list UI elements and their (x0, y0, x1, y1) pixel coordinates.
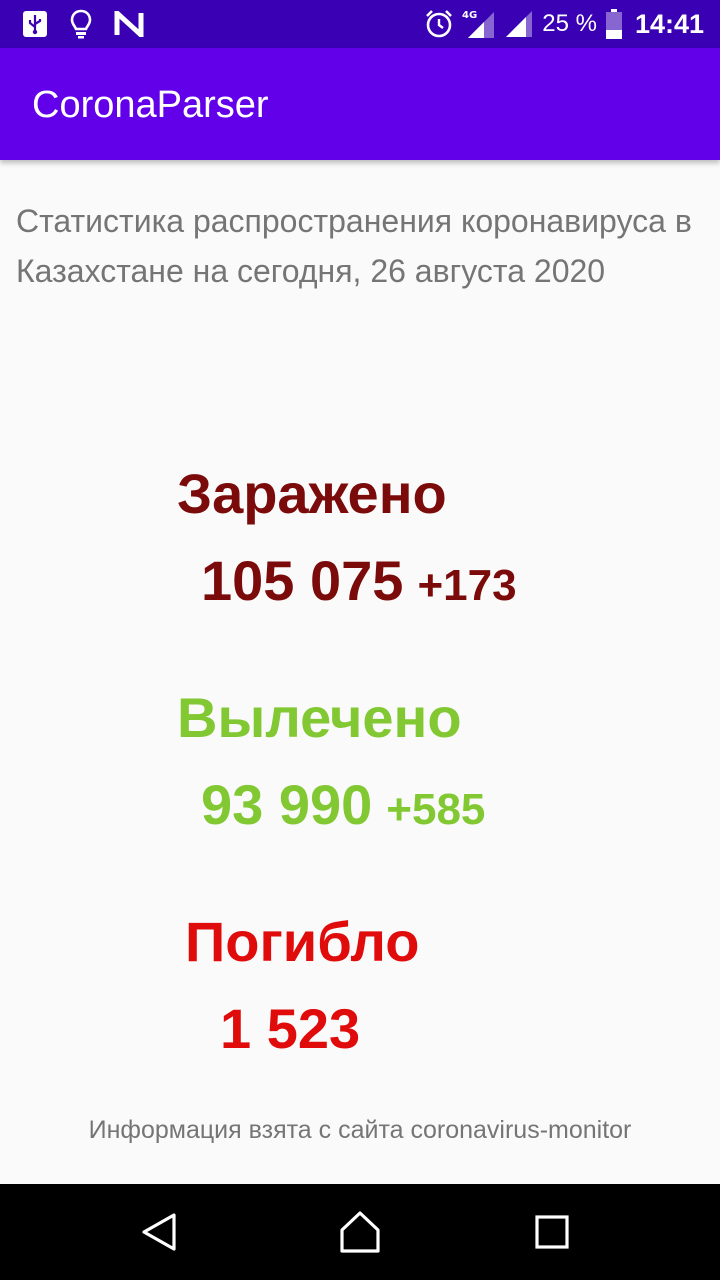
back-icon (136, 1208, 184, 1256)
source-note: Информация взята с сайта coronavirus-mon… (88, 1116, 632, 1144)
app-bar: CoronaParser (0, 48, 720, 160)
recovered-stat: 93 990 +585 (201, 772, 485, 837)
died-label: Погибло (185, 910, 420, 973)
intro-text: Статистика распространения коронавируса … (16, 203, 692, 289)
died-stat: 1 523 (220, 996, 360, 1061)
svg-text:4G: 4G (462, 10, 477, 21)
clock: 14:41 (634, 8, 704, 39)
recovered-delta: +585 (386, 785, 486, 834)
infected-stat: 105 075 +173 (201, 548, 517, 613)
infected-value: 105 075 (201, 549, 404, 612)
status-notifications (22, 8, 144, 40)
battery-percent: 25 % (542, 10, 597, 37)
recovered-label: Вылечено (177, 686, 462, 749)
status-bar: 4G 25 % 14:41 (0, 0, 720, 48)
n-app-icon (114, 11, 144, 37)
home-icon (336, 1208, 384, 1256)
lightbulb-icon (70, 9, 92, 39)
battery-icon (605, 8, 623, 40)
usb-icon (22, 10, 48, 38)
died-value: 1 523 (220, 997, 361, 1060)
signal-4g-icon: 4G (462, 8, 496, 40)
status-system: 4G 25 % 14:41 (424, 8, 704, 40)
recents-button[interactable] (528, 1208, 576, 1256)
infected-delta: +173 (417, 561, 517, 610)
infected-label: Заражено (177, 462, 447, 525)
app-title: CoronaParser (32, 84, 269, 126)
navigation-bar (0, 1184, 720, 1280)
recents-icon (528, 1208, 576, 1256)
home-button[interactable] (336, 1208, 384, 1256)
alarm-icon (424, 9, 454, 39)
back-button[interactable] (136, 1208, 184, 1256)
recovered-value: 93 990 (201, 773, 373, 836)
signal-icon (504, 9, 534, 39)
